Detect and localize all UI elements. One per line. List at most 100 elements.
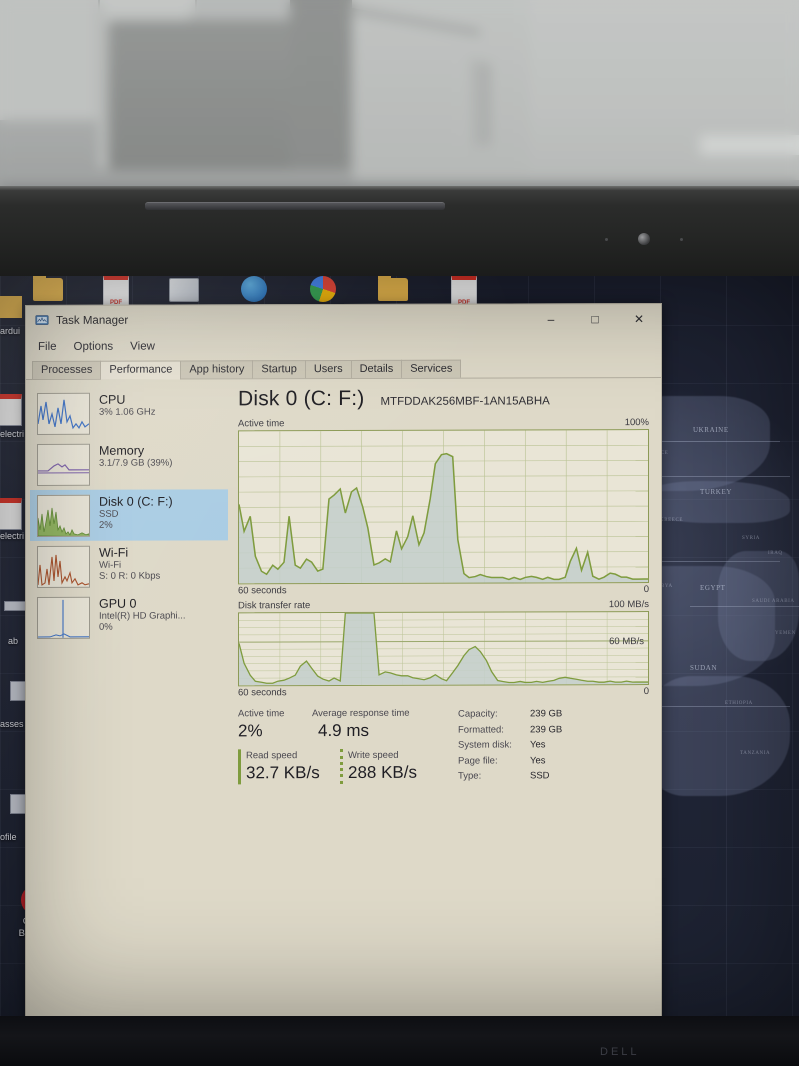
active-time-min: 0 <box>643 584 649 596</box>
active-time-label: Active time <box>238 418 285 430</box>
info-key: Capacity: <box>458 708 498 720</box>
read-speed-stat: Read speed 32.7 KB/s <box>238 749 332 785</box>
tab-processes[interactable]: Processes <box>32 360 102 379</box>
folder-icon <box>378 276 408 301</box>
menu-bar: File Options View <box>26 334 661 358</box>
transfer-rate-marker: 60 MB/s <box>609 636 644 648</box>
desktop-label-partial: electri <box>0 531 25 541</box>
memory-sparkline <box>37 443 90 486</box>
desktop-thumbnail <box>4 601 26 611</box>
gpu-sparkline <box>37 596 90 639</box>
stats-left-group: Active time 2% Average response time 4.9… <box>238 707 444 785</box>
map-label: EGYPT <box>700 584 726 592</box>
active-time-graph <box>238 429 649 585</box>
info-row: Formatted: 239 GB <box>458 722 562 738</box>
info-row: System disk: Yes <box>458 737 562 753</box>
info-value: Yes <box>530 754 546 766</box>
sidebar-item-cpu[interactable]: CPU 3% 1.06 GHz <box>30 387 228 439</box>
globe-icon <box>241 276 267 302</box>
desktop-icon-chrome[interactable] <box>297 276 349 302</box>
map-label: SUDAN <box>690 664 718 672</box>
desktop-icon-pdf2[interactable] <box>438 276 490 309</box>
info-row: Type: SSD <box>458 768 562 784</box>
tab-details[interactable]: Details <box>350 359 403 378</box>
sidebar-item-sub: Intel(R) HD Graphi... <box>99 610 186 622</box>
bezel-mic-dot <box>605 238 608 241</box>
menu-options[interactable]: Options <box>74 341 114 353</box>
desktop-icon-folder[interactable] <box>22 276 74 304</box>
desktop-icon-pdf[interactable] <box>90 276 142 309</box>
tab-services[interactable]: Services <box>401 359 462 378</box>
info-value: Yes <box>530 739 546 751</box>
tab-app-history[interactable]: App history <box>180 360 254 379</box>
info-value: 239 GB <box>530 723 563 735</box>
window-controls: – □ ✕ <box>529 304 661 334</box>
read-speed-value: 32.7 KB/s <box>246 763 320 783</box>
transfer-rate-max: 100 MB/s <box>608 599 649 611</box>
active-time-stat: Active time 2% <box>238 707 312 742</box>
sidebar-item-name: CPU <box>99 392 126 407</box>
desktop-label-partial: asses <box>0 719 24 729</box>
background-blur <box>0 0 799 190</box>
map-label: GREECE <box>660 518 684 523</box>
menu-view[interactable]: View <box>130 341 155 353</box>
window-title-bar[interactable]: Task Manager – □ ✕ <box>26 304 661 336</box>
transfer-rate-min: 0 <box>643 686 649 698</box>
desktop-thumbnail <box>0 394 22 426</box>
cpu-sparkline <box>37 392 90 435</box>
task-manager-icon <box>35 315 49 325</box>
resource-sidebar: CPU 3% 1.06 GHz Memory 3.1/7.9 GB (39%) … <box>26 379 228 820</box>
info-key: System disk: <box>458 739 512 751</box>
map-label: TURKEY <box>700 488 732 496</box>
tab-users[interactable]: Users <box>304 359 352 379</box>
task-manager-window[interactable]: Task Manager – □ ✕ File Options View Pro… <box>25 302 662 1022</box>
active-time-duration: 60 seconds <box>238 585 287 597</box>
landmass-africa-east <box>650 676 790 796</box>
read-speed-label: Read speed <box>246 750 298 762</box>
window-title-text: Task Manager <box>56 314 129 327</box>
close-button[interactable]: ✕ <box>617 304 661 334</box>
map-border <box>690 606 799 607</box>
sidebar-item-sub2: S: 0 R: 0 Kbps <box>99 570 161 582</box>
performance-detail-panel: Disk 0 (C: F:) MTFDDAK256MBF-1AN15ABHA A… <box>228 378 661 819</box>
map-label: YEMEN <box>775 631 796 636</box>
sidebar-item-wifi[interactable]: Wi-Fi Wi-Fi S: 0 R: 0 Kbps <box>30 540 228 592</box>
map-label: TANZANIA <box>740 751 771 756</box>
tab-startup[interactable]: Startup <box>252 360 306 379</box>
desktop-icon-folder2[interactable] <box>367 276 419 304</box>
desktop-label-partial: ab <box>8 636 19 646</box>
info-row: Page file: Yes <box>458 753 562 769</box>
map-border <box>640 706 790 707</box>
transfer-rate-footer: 60 seconds 0 <box>238 686 649 698</box>
minimize-button[interactable]: – <box>529 304 573 334</box>
folder-icon <box>33 276 63 301</box>
map-label: SYRIA <box>742 536 761 541</box>
write-speed-label: Write speed <box>348 749 399 761</box>
sidebar-item-memory[interactable]: Memory 3.1/7.9 GB (39%) <box>30 438 228 490</box>
tab-performance[interactable]: Performance <box>100 360 182 380</box>
desktop-icon-app[interactable] <box>158 278 210 304</box>
sidebar-item-gpu0[interactable]: GPU 0 Intel(R) HD Graphi... 0% <box>30 591 228 643</box>
menu-file[interactable]: File <box>38 341 57 353</box>
sidebar-item-sub: 3% 1.06 GHz <box>99 406 156 418</box>
transfer-rate-graph-labels: Disk transfer rate 100 MB/s <box>238 599 649 611</box>
info-key: Formatted: <box>458 723 504 736</box>
transfer-rate-graph: 60 MB/s <box>238 611 649 687</box>
info-row: Capacity: 239 GB <box>458 706 562 722</box>
sidebar-item-sub: SSD <box>99 508 119 520</box>
map-label: SAUDI ARABIA <box>752 599 795 604</box>
laptop-bezel <box>0 186 799 276</box>
sidebar-item-name: Disk 0 (C: F:) <box>99 494 173 509</box>
info-key: Type: <box>458 770 482 782</box>
sidebar-item-name: GPU 0 <box>99 596 137 611</box>
desktop-label-partial: ardui <box>0 326 21 336</box>
desktop-thumbnail <box>0 296 22 318</box>
desktop-label-partial: ofile <box>0 832 17 842</box>
desktop-icon-browser[interactable] <box>228 276 280 302</box>
disk-header: Disk 0 (C: F:) MTFDDAK256MBF-1AN15ABHA <box>238 386 649 411</box>
transfer-rate-label: Disk transfer rate <box>238 600 311 612</box>
sidebar-item-disk0[interactable]: Disk 0 (C: F:) SSD 2% <box>30 489 228 541</box>
sidebar-item-name: Wi-Fi <box>99 545 129 560</box>
info-key: Page file: <box>458 755 498 767</box>
maximize-button[interactable]: □ <box>573 304 617 334</box>
